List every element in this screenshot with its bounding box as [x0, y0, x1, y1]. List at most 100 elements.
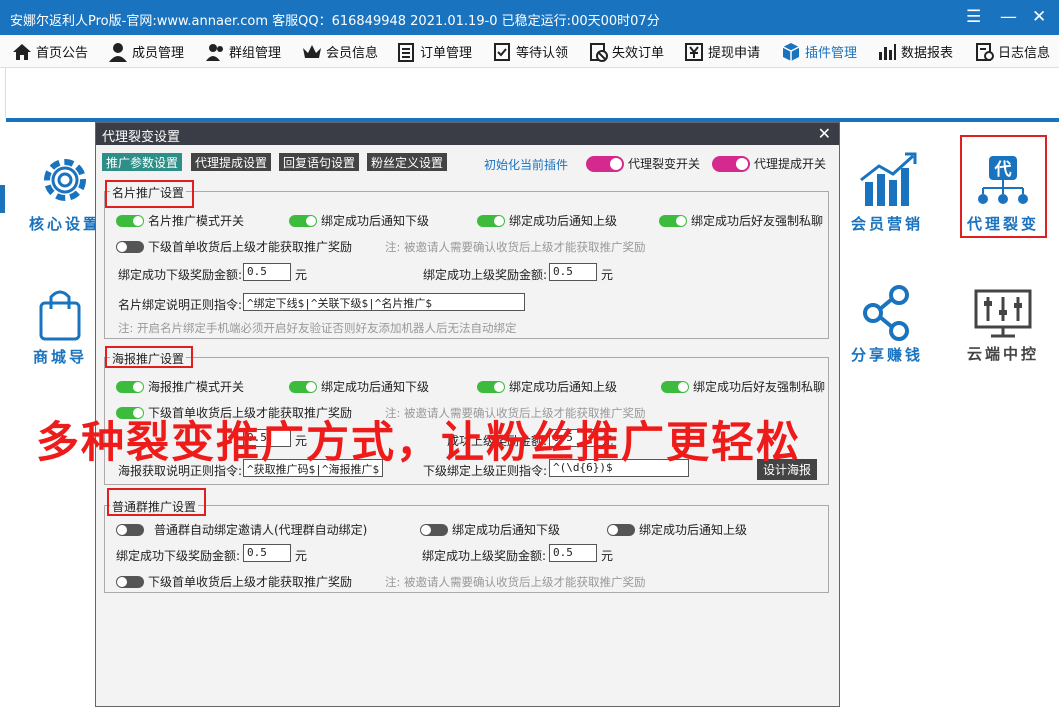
switch-icon [586, 155, 624, 172]
menu-withdraw[interactable]: 提现申请 [684, 35, 760, 68]
crown-icon [303, 44, 321, 58]
menu-orders[interactable]: 订单管理 [396, 35, 472, 68]
toggle-poster-mode[interactable]: 海报推广模式开关 [116, 378, 244, 395]
toggle-agent-commission[interactable]: 代理提成开关 [712, 155, 826, 172]
list-icon [398, 42, 414, 62]
card-regex-label: 名片绑定说明正则指令: [118, 298, 243, 312]
main-menubar: 首页公告 成员管理 群组管理 会员信息 订单管理 等待认领 失效订单 提现申请 … [0, 35, 1059, 68]
toggle-poster-notify-upper[interactable]: 绑定成功后通知上级 [477, 378, 617, 395]
toggle-label: 绑定成功后通知下级 [452, 523, 561, 537]
menu-member-info[interactable]: 会员信息 [302, 35, 378, 68]
menu-plugins[interactable]: 插件管理 [781, 35, 857, 68]
toggle-label: 绑定成功后通知上级 [639, 523, 748, 537]
unit-label: 元 [601, 549, 614, 563]
menu-reports[interactable]: 数据报表 [877, 35, 953, 68]
toggle-group-auto-bind[interactable]: 普通群自动绑定邀请人(代理群自动绑定) [116, 521, 367, 538]
menu-groups[interactable]: 群组管理 [205, 35, 281, 68]
bar-chart-icon [879, 43, 896, 60]
toggle-group-first-order[interactable]: 下级首单收货后上级才能获取推广奖励 [116, 573, 352, 590]
highlight-box [105, 346, 193, 368]
menu-invalid-orders[interactable]: 失效订单 [588, 35, 664, 68]
share-icon [863, 285, 909, 341]
tile-member-marketing[interactable]: 会员营销 [842, 150, 932, 234]
log-icon [976, 42, 994, 61]
hamburger-icon[interactable]: ☰ [966, 8, 981, 26]
toggle-label: 下级首单收货后上级才能获取推广奖励 [148, 240, 353, 254]
toggle-label: 绑定成功后通知下级 [321, 214, 430, 228]
switch-icon [289, 214, 317, 227]
dialog-titlebar: 代理裂变设置 ✕ [96, 123, 839, 145]
menu-label: 首页公告 [36, 46, 89, 61]
switch-icon [659, 214, 687, 227]
tab-fan-definition[interactable]: 粉丝定义设置 [367, 153, 448, 171]
dialog-close-button[interactable]: ✕ [818, 124, 831, 143]
dialog-title: 代理裂变设置 [102, 130, 181, 145]
card-first-order-note: 注: 被邀请人需要确认收货后上级才能获取推广奖励 [385, 240, 646, 254]
switch-icon [116, 575, 144, 588]
toggle-agent-fission[interactable]: 代理裂变开关 [586, 155, 700, 172]
toggle-label: 下级首单收货后上级才能获取推广奖励 [148, 575, 353, 589]
card-regex-input[interactable]: ^绑定下线$|^关联下级$|^名片推广$ [243, 293, 525, 311]
tab-promotion-params[interactable]: 推广参数设置 [102, 153, 183, 171]
card-upper-reward-input[interactable]: 0.5 [549, 263, 597, 281]
toggle-label: 绑定成功后好友强制私聊 [691, 214, 824, 228]
close-window-button[interactable]: ✕ [1032, 8, 1046, 26]
toggle-card-friend-private[interactable]: 绑定成功后好友强制私聊 [659, 212, 823, 229]
tile-mall-nav[interactable]: 商城导 [20, 285, 100, 367]
switch-icon [116, 380, 144, 393]
toggle-poster-friend-private[interactable]: 绑定成功后好友强制私聊 [661, 378, 825, 395]
toggle-group-notify-upper[interactable]: 绑定成功后通知上级 [607, 521, 747, 538]
menu-members[interactable]: 成员管理 [108, 35, 184, 68]
toggle-label: 绑定成功后通知上级 [509, 380, 618, 394]
tile-label: 云端中控 [966, 345, 1039, 363]
switch-icon [116, 214, 144, 227]
tile-share-earn[interactable]: 分享赚钱 [842, 285, 932, 365]
switch-icon [477, 214, 505, 227]
init-plugin-link[interactable]: 初始化当前插件 [484, 156, 568, 173]
withdraw-icon [685, 42, 703, 61]
toggle-label: 绑定成功后通知下级 [321, 380, 430, 394]
menu-home[interactable]: 首页公告 [12, 35, 88, 68]
toggle-card-notify-lower[interactable]: 绑定成功后通知下级 [289, 212, 429, 229]
group-lower-reward-input[interactable]: 0.5 [243, 544, 291, 562]
unit-label: 元 [295, 268, 308, 282]
tile-label: 会员营销 [850, 215, 923, 233]
window-titlebar: 安娜尔返利人Pro版-官网:www.annaer.com 客服QQ：616849… [0, 0, 1059, 35]
home-icon [13, 43, 31, 60]
toggle-card-first-order[interactable]: 下级首单收货后上级才能获取推广奖励 [116, 238, 352, 255]
claim-icon [494, 42, 510, 61]
unit-label: 元 [601, 268, 614, 282]
toggle-label: 名片推广模式开关 [148, 214, 245, 228]
toggle-card-notify-upper[interactable]: 绑定成功后通知上级 [477, 212, 617, 229]
gear-icon [44, 159, 86, 201]
switch-icon [289, 380, 317, 393]
menu-pending-claim[interactable]: 等待认领 [492, 35, 568, 68]
group-first-order-note: 注: 被邀请人需要确认收货后上级才能获取推广奖励 [385, 575, 646, 589]
user-icon [109, 42, 127, 62]
menu-label: 日志信息 [998, 46, 1051, 61]
toggle-label: 代理裂变开关 [628, 157, 701, 171]
invalid-icon [590, 42, 608, 62]
toggle-label: 绑定成功后好友强制私聊 [693, 380, 826, 394]
toggle-poster-notify-lower[interactable]: 绑定成功后通知下级 [289, 378, 429, 395]
toggle-card-mode[interactable]: 名片推广模式开关 [116, 212, 244, 229]
tile-label: 商城导 [32, 348, 87, 366]
menu-logs[interactable]: 日志信息 [974, 35, 1050, 68]
promo-overlay-text: 多种裂变推广方式，让粉丝推广更轻松 [36, 418, 801, 468]
highlight-box [107, 488, 206, 516]
tab-agent-commission[interactable]: 代理提成设置 [191, 153, 272, 171]
card-lower-reward-label: 绑定成功下级奖励金额: [118, 268, 243, 282]
switch-icon [116, 523, 144, 536]
minimize-button[interactable]: — [1000, 8, 1017, 26]
control-panel-icon [974, 289, 1032, 338]
tab-reply-statements[interactable]: 回复语句设置 [279, 153, 360, 171]
tile-cloud-control[interactable]: 云端中控 [958, 288, 1048, 364]
group-upper-reward-label: 绑定成功上级奖励金额: [422, 549, 547, 563]
growth-chart-icon [860, 152, 917, 206]
menu-label: 数据报表 [901, 46, 954, 61]
card-lower-reward-input[interactable]: 0.5 [243, 263, 291, 281]
unit-label: 元 [295, 549, 308, 563]
menu-label: 等待认领 [516, 46, 569, 61]
group-upper-reward-input[interactable]: 0.5 [549, 544, 597, 562]
toggle-group-notify-lower[interactable]: 绑定成功后通知下级 [420, 521, 560, 538]
